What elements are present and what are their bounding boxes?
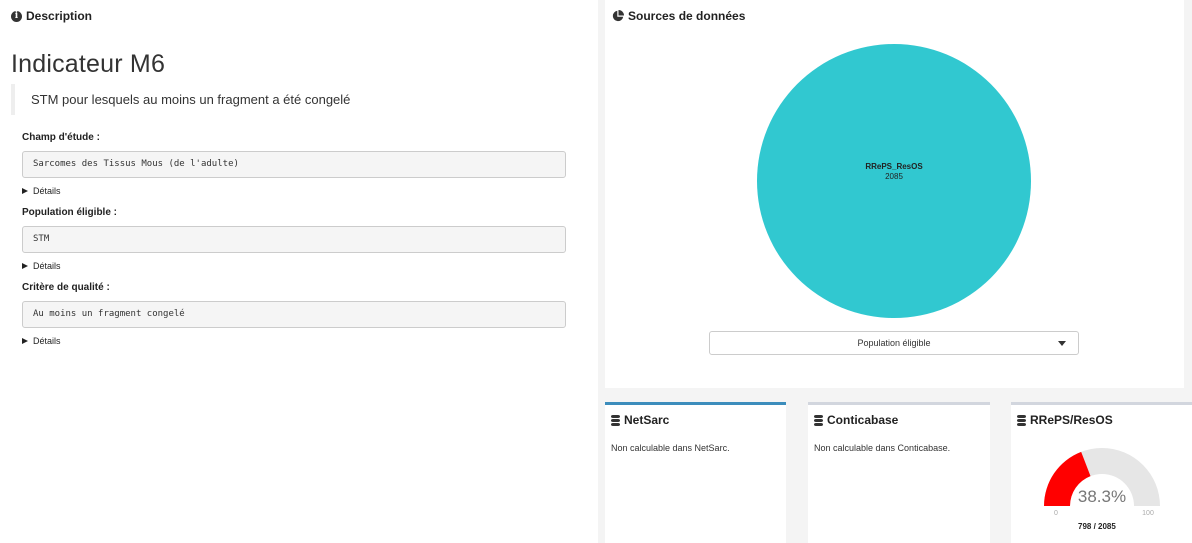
database-icon <box>1017 414 1026 426</box>
details-toggle-population[interactable]: Détails <box>22 261 61 271</box>
description-header: i Description <box>11 9 92 23</box>
field-value-critere: Au moins un fragment congelé <box>22 301 566 328</box>
database-icon <box>611 414 620 426</box>
pie-slice-value: 2085 <box>885 172 903 181</box>
page-title: Indicateur M6 <box>11 50 166 78</box>
card-text-netsarc: Non calculable dans NetSarc. <box>611 443 730 453</box>
gauge-max: 100 <box>1142 510 1154 517</box>
details-label: Détails <box>33 186 61 196</box>
indicator-description: STM pour lesquels au moins un fragment a… <box>11 84 566 115</box>
info-icon: i <box>11 10 22 22</box>
card-text-conticabase: Non calculable dans Conticabase. <box>814 443 951 453</box>
sources-pie-chart: RRePS_ResOS2085 <box>757 44 1031 318</box>
details-label: Détails <box>33 261 61 271</box>
field-value-champ: Sarcomes des Tissus Mous (de l'adulte) <box>22 151 566 178</box>
gauge-percent: 38.3% <box>1078 487 1126 506</box>
details-toggle-champ[interactable]: Détails <box>22 186 61 196</box>
field-value-population: STM <box>22 226 566 253</box>
sources-header-label: Sources de données <box>628 9 746 23</box>
caret-down-icon <box>1058 341 1066 346</box>
quality-gauge: 38.3% 0 100 <box>1044 448 1160 517</box>
description-panel: i Description Indicateur M6 STM pour les… <box>0 0 598 543</box>
population-select[interactable]: Population éligible <box>709 331 1079 355</box>
card-title-label: Conticabase <box>827 413 899 427</box>
database-icon <box>814 414 823 426</box>
card-title-label: RRePS/ResOS <box>1030 413 1113 427</box>
card-title-netsarc: NetSarc <box>611 413 669 427</box>
pie-slice-label: RRePS_ResOS <box>865 162 923 171</box>
card-conticabase: Conticabase Non calculable dans Conticab… <box>808 402 990 543</box>
card-netsarc: NetSarc Non calculable dans NetSarc. <box>605 402 786 543</box>
details-label: Détails <box>33 336 61 346</box>
triangle-right-icon <box>22 263 28 269</box>
card-title-label: NetSarc <box>624 413 670 427</box>
pie-chart-icon <box>612 10 624 22</box>
description-header-label: Description <box>26 9 93 23</box>
field-label-critere: Critère de qualité : <box>22 282 110 293</box>
triangle-right-icon <box>22 188 28 194</box>
field-label-champ: Champ d'étude : <box>22 132 100 143</box>
sources-header: Sources de données <box>612 9 745 23</box>
card-title-rreps: RRePS/ResOS <box>1017 413 1113 427</box>
card-title-conticabase: Conticabase <box>814 413 898 427</box>
population-select-value: Population éligible <box>857 338 931 348</box>
field-label-population: Population éligible : <box>22 207 117 218</box>
triangle-right-icon <box>22 338 28 344</box>
gauge-ratio: 798 / 2085 <box>1078 522 1116 531</box>
pie-slice-0 <box>757 44 1031 318</box>
gauge-min: 0 <box>1054 510 1058 517</box>
details-toggle-critere[interactable]: Détails <box>22 336 61 346</box>
